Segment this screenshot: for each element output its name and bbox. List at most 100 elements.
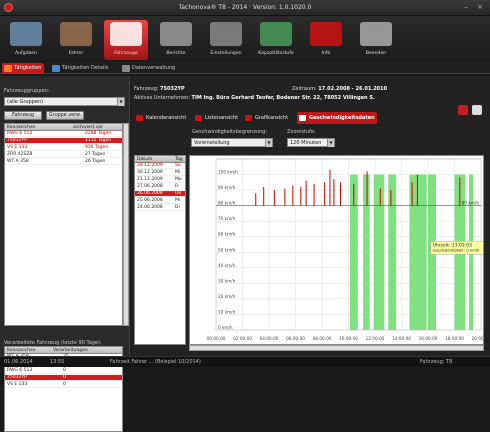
toolbar-beenden-button[interactable]: Beenden xyxy=(354,20,398,60)
cell-plate: VS E 133 xyxy=(7,145,28,150)
table-row[interactable]: VS E 133 0 xyxy=(5,382,122,388)
speed-chart[interactable]: 0 km/h 10 km/h 20 km/h 30 km/h 40 km/h 50 km/… xyxy=(189,155,490,345)
tab-datenverwaltung[interactable]: Datenverwaltung xyxy=(120,63,178,74)
export-icon[interactable] xyxy=(472,105,482,115)
status-time: 13:55 xyxy=(50,359,65,365)
cell-plate: RWG 6 513 xyxy=(7,368,33,373)
table-row[interactable]: 75032YP 0 xyxy=(5,375,122,381)
group-select[interactable]: (alle Gruppen) ▼ xyxy=(4,97,125,106)
col-day[interactable]: Tag xyxy=(175,156,183,163)
beenden-icon xyxy=(360,22,392,46)
cell-date: 28.12.2009 xyxy=(137,163,163,168)
table-row[interactable]: 28.12.2009 So xyxy=(135,163,185,169)
cell-age: 1112 Tagen xyxy=(85,138,112,143)
cell-plate: WT A 358 xyxy=(7,159,29,164)
table-row[interactable]: 21.12.2009 Mo xyxy=(135,177,185,183)
chevron-down-icon: ▼ xyxy=(265,139,272,147)
vehicle-table: Kennzeichen archiviert vor RWG 6 513 2288… xyxy=(4,123,123,326)
toolbar-kapazita-tsstufe-button[interactable]: Kapazitätsstufe xyxy=(254,20,298,60)
y-tick-label: 70 km/h xyxy=(218,216,236,221)
window-title: Tachonova® T8 - 2014 · Version: 1.0.1020… xyxy=(178,4,312,11)
status-bar: 01.06.2014 13:55 Fahrzeit Fahrer ... (Be… xyxy=(0,356,490,367)
cell-plate: RWG 6 513 xyxy=(7,131,33,136)
tab-label: Datenverwaltung xyxy=(132,65,176,71)
toolbar-label: Fahrzeuge xyxy=(114,51,138,56)
cell-plate: 75032YP xyxy=(7,375,27,380)
table-row[interactable]: WT A 358 26 Tagen xyxy=(5,159,122,165)
view-grafikansicht-button[interactable]: Grafikansicht xyxy=(243,112,294,124)
toolbar-fahrer-button[interactable]: Fahrer xyxy=(54,20,98,60)
col-date[interactable]: Datum xyxy=(137,156,152,163)
date-table-header: Datum Tag xyxy=(135,156,185,163)
view-listenansicht-button[interactable]: Listenansicht xyxy=(193,112,240,124)
table-row[interactable]: 27.06.2008 Fr xyxy=(135,184,185,190)
tab-icon xyxy=(52,65,60,72)
col-plate[interactable]: Kennzeichen xyxy=(7,124,36,131)
y-tick-label: 30 km/h xyxy=(218,278,236,283)
tab-ta-tigkeiten-details[interactable]: Tätigkeiten Details xyxy=(50,63,114,74)
table-row[interactable]: 24.06.2008 Di xyxy=(135,205,185,211)
y-tick-label: 20 km/h xyxy=(218,294,236,299)
tab-ta-tigkeiten[interactable]: Tätigkeiten xyxy=(2,63,44,74)
cell-count: 0 xyxy=(63,375,66,380)
grafikansicht-icon xyxy=(245,115,252,121)
kalenderansicht-icon xyxy=(136,115,143,121)
x-tick-label: 20:00:00 xyxy=(472,336,483,341)
cell-day: Di xyxy=(175,205,180,210)
cell-day: Do xyxy=(175,191,182,196)
active-period-bar xyxy=(373,174,385,330)
cell-day: Fr xyxy=(175,184,180,189)
cell-day: So xyxy=(175,163,181,168)
vehicle-panel: Fahrzeuggruppen: (alle Gruppen) ▼ Fahrze… xyxy=(0,76,130,432)
table-row[interactable]: 26.06.2008 Do xyxy=(135,191,185,197)
toolbar-info-button[interactable]: Info xyxy=(304,20,348,60)
toolbar-label: Kapazitätsstufe xyxy=(258,51,294,56)
toolbar-label: Berichte xyxy=(166,51,186,56)
manage-vehicle-button[interactable]: Fahrzeug verw. xyxy=(4,111,42,126)
x-tick-label: 04:00:00 xyxy=(260,336,279,341)
y-tick-label: 40 km/h xyxy=(218,263,236,268)
col-recent-count[interactable]: Verarbeitungen xyxy=(53,347,88,354)
tab-icon xyxy=(4,65,12,72)
period-label: Zeitraum: 17.02.2008 - 26.01.2010 xyxy=(292,86,388,92)
view-label: Kalenderansicht xyxy=(146,115,187,121)
table-row[interactable]: ZRR 42SZB 27 Tagen xyxy=(5,152,122,158)
table-row[interactable]: 75032YP 1112 Tagen xyxy=(5,138,122,144)
table-row[interactable]: RWG 6 513 0 xyxy=(5,368,122,374)
minimize-icon[interactable]: – xyxy=(462,3,470,11)
toolbar-einstellungen-button[interactable]: Einstellungen xyxy=(204,20,248,60)
table-row[interactable]: 25.06.2008 Mi xyxy=(135,198,185,204)
recent-table-header: Kennzeichen Verarbeitungen xyxy=(5,347,122,354)
x-tick-label: 08:00:00 xyxy=(313,336,332,341)
manage-group-button[interactable]: Gruppe verw. xyxy=(46,111,84,120)
date-table: Datum Tag 28.12.2009 So 30.12.2009 Mi 21.12.… xyxy=(134,155,186,345)
chart-scrollbar[interactable] xyxy=(189,345,484,351)
speed-limit-value: Voreinstellung xyxy=(194,140,230,146)
tooltip-text: Geschwindigkeit: 0 km/h xyxy=(433,247,480,252)
period-value: 17.02.2008 - 26.01.2010 xyxy=(318,86,388,92)
speed-limit-select[interactable]: Voreinstellung ▼ xyxy=(191,138,273,147)
aufgaben-icon xyxy=(10,22,42,46)
x-tick-label: 06:00:00 xyxy=(286,336,305,341)
table-row[interactable]: 30.12.2009 Mi xyxy=(135,170,185,176)
cell-date: 26.06.2008 xyxy=(137,191,163,196)
view-kalenderansicht-button[interactable]: Kalenderansicht xyxy=(134,112,190,124)
tab-bar: Tätigkeiten Tätigkeiten Details Datenverwa… xyxy=(0,62,490,74)
speed-chart-svg: 0 km/h 10 km/h 20 km/h 30 km/h 40 km/h 50 km/… xyxy=(207,158,490,341)
print-icon[interactable] xyxy=(458,105,468,115)
zoom-select[interactable]: 120 Minuten ▼ xyxy=(287,138,335,147)
group-select-value: (alle Gruppen) xyxy=(7,99,44,105)
toolbar-aufgaben-button[interactable]: Aufgaben xyxy=(4,20,48,60)
x-tick-label: 12:00:00 xyxy=(366,336,385,341)
col-recent-plate[interactable]: Kennzeichen xyxy=(7,347,36,354)
toolbar-fahrzeuge-button[interactable]: Fahrzeuge xyxy=(104,20,148,60)
view-geschwindigkeitsdaten-button[interactable]: Geschwindigkeitsdaten xyxy=(297,112,377,124)
toolbar-berichte-button[interactable]: Berichte xyxy=(154,20,198,60)
close-icon[interactable]: × xyxy=(476,3,484,11)
toolbar-label: Einstellungen xyxy=(210,51,242,56)
table-row[interactable]: RWG 6 513 2288 Tagen xyxy=(5,131,122,137)
col-archived[interactable]: archiviert vor xyxy=(73,124,103,131)
table-row[interactable]: VS E 133 956 Tagen xyxy=(5,145,122,151)
view-label: Listenansicht xyxy=(205,115,239,121)
vehicle-scrollbar[interactable] xyxy=(123,123,129,326)
